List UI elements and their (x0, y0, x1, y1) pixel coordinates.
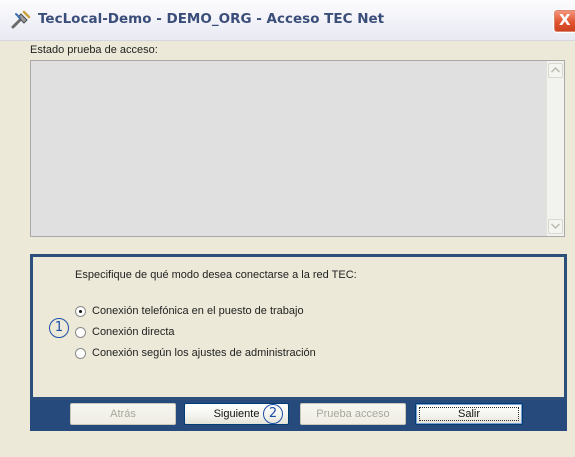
scroll-up-arrow-icon[interactable] (548, 63, 563, 78)
radio-label[interactable]: Conexión directa (92, 326, 175, 338)
annotation-marker-one: 1 (49, 318, 69, 338)
annotation-marker-two: 2 (263, 404, 283, 424)
title-bar[interactable]: TecLocal-Demo - DEMO_ORG - Acceso TEC Ne… (0, 0, 575, 41)
vertical-scrollbar[interactable] (546, 61, 564, 236)
dialog-window: TecLocal-Demo - DEMO_ORG - Acceso TEC Ne… (0, 0, 575, 457)
radio-label[interactable]: Conexión según los ajustes de administra… (92, 347, 316, 359)
back-button[interactable]: Atrás (70, 403, 176, 425)
close-icon: X (559, 11, 571, 29)
radio-label[interactable]: Conexión telefónica en el puesto de trab… (92, 305, 304, 317)
radio-button[interactable] (75, 327, 86, 338)
radio-button[interactable] (75, 348, 86, 359)
button-bar: Atrás Siguiente Prueba acceso Salir (30, 400, 567, 431)
app-tools-icon (10, 9, 32, 31)
connection-options-panel: Especifique de qué modo desea conectarse… (30, 254, 567, 400)
status-label: Estado prueba de acceso: (30, 44, 158, 56)
radio-button-selected[interactable] (75, 306, 86, 317)
window-bottom-margin (0, 431, 575, 457)
scroll-down-arrow-icon[interactable] (548, 219, 563, 234)
test-access-button[interactable]: Prueba acceso (300, 403, 406, 425)
exit-button[interactable]: Salir (415, 403, 523, 425)
window-title: TecLocal-Demo - DEMO_ORG - Acceso TEC Ne… (38, 11, 385, 27)
connection-question: Especifique de qué modo desea conectarse… (75, 269, 357, 281)
close-button[interactable]: X (553, 9, 575, 33)
exit-button-label: Salir (457, 408, 480, 420)
status-textarea[interactable] (30, 60, 565, 237)
